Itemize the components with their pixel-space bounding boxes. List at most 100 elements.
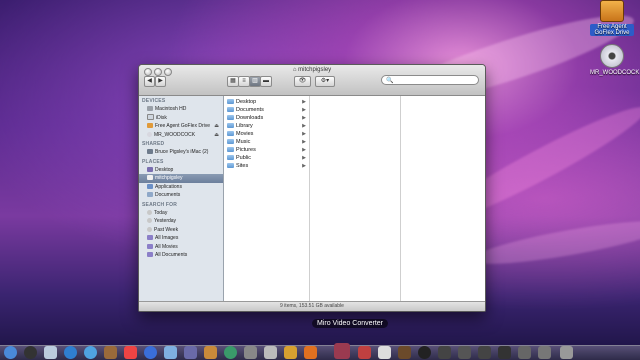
sidebar-item-goflex-drive[interactable]: Free Agent GoFlex Drive ⏏ xyxy=(139,122,223,131)
app-icon[interactable] xyxy=(264,346,277,359)
app-icon[interactable] xyxy=(358,346,371,359)
garageband-icon[interactable] xyxy=(204,346,217,359)
folder-icon xyxy=(227,147,234,152)
app-icon[interactable] xyxy=(478,346,491,359)
coverflow-view-button[interactable]: ▬ xyxy=(260,76,272,87)
sidebar-item-label: Desktop xyxy=(155,166,174,173)
sidebar-item-label: Free Agent GoFlex Drive xyxy=(155,123,211,129)
folder-icon xyxy=(227,123,234,128)
folder-item-pictures[interactable]: Pictures ▶ xyxy=(224,146,309,154)
hard-drive-icon xyxy=(147,106,153,111)
folder-label: Sites xyxy=(236,163,249,169)
wallpaper-streak xyxy=(469,212,640,273)
sidebar-item-label: Applications xyxy=(155,183,182,190)
app-icon[interactable] xyxy=(244,346,257,359)
folder-item-public[interactable]: Public ▶ xyxy=(224,154,309,162)
sidebar-header-places: PLACES xyxy=(142,158,164,165)
folder-item-documents[interactable]: Documents ▶ xyxy=(224,106,309,114)
dock xyxy=(0,343,640,360)
desktop-icon-goflex-drive[interactable]: Free Agent GoFlex Drive xyxy=(590,0,634,36)
app-icon[interactable] xyxy=(378,346,391,359)
title-bar[interactable]: ⌂ mitchpigsley ◀ ▶ ▦ ≡ ▥ ▬ 👁 ⚙▾ 🔍 xyxy=(139,65,485,96)
idisk-icon xyxy=(147,113,154,120)
sidebar-item-label: Past Week xyxy=(154,226,179,233)
trash-icon[interactable] xyxy=(560,346,573,359)
eject-icon[interactable]: ⏏ xyxy=(214,131,219,140)
chevron-right-icon: ▶ xyxy=(302,139,306,145)
sidebar-item-idisk[interactable]: iDisk xyxy=(139,113,223,123)
chevron-right-icon: ▶ xyxy=(302,123,306,129)
desktop-icon-mr-woodcock[interactable]: MR_WOODCOCK xyxy=(590,44,639,76)
sidebar-item-yesterday[interactable]: Yesterday xyxy=(139,217,223,226)
folder-label: Public xyxy=(236,155,251,161)
sidebar-item-label: Documents xyxy=(155,192,181,198)
search-icon: 🔍 xyxy=(386,78,394,84)
back-button[interactable]: ◀ xyxy=(144,76,155,87)
folder-item-music[interactable]: Music ▶ xyxy=(224,138,309,146)
window-title-text: mitchpigsley xyxy=(298,67,332,73)
finder-window: ⌂ mitchpigsley ◀ ▶ ▦ ≡ ▥ ▬ 👁 ⚙▾ 🔍 DEVICE… xyxy=(138,64,486,312)
address-book-icon[interactable] xyxy=(104,346,117,359)
mail-icon[interactable] xyxy=(44,346,57,359)
app-icon[interactable] xyxy=(418,346,431,359)
folder-item-downloads[interactable]: Downloads ▶ xyxy=(224,114,309,122)
app-icon[interactable] xyxy=(538,346,551,359)
sidebar-item-past-week[interactable]: Past Week xyxy=(139,226,223,235)
app-icon[interactable] xyxy=(458,346,471,359)
folder-item-movies[interactable]: Movies ▶ xyxy=(224,130,309,138)
action-menu-button[interactable]: ⚙▾ xyxy=(315,76,335,87)
safari-icon[interactable] xyxy=(64,346,77,359)
folder-item-desktop[interactable]: Desktop ▶ xyxy=(224,98,309,106)
app-icon[interactable] xyxy=(518,346,531,359)
app-icon[interactable] xyxy=(438,346,451,359)
app-icon[interactable] xyxy=(284,346,297,359)
sidebar-item-documents[interactable]: Documents xyxy=(139,191,223,200)
app-icon[interactable] xyxy=(498,346,511,359)
finder-icon[interactable] xyxy=(4,346,17,359)
external-drive-icon xyxy=(600,0,624,22)
folder-label: Movies xyxy=(236,131,254,137)
time-machine-icon[interactable] xyxy=(224,346,237,359)
sidebar-item-macintosh-hd[interactable]: Macintosh HD xyxy=(139,105,223,114)
ical-icon[interactable] xyxy=(124,346,137,359)
itunes-icon[interactable] xyxy=(144,346,157,359)
sidebar-item-mr-woodcock[interactable]: MR_WOODCOCK ⏏ xyxy=(139,131,223,140)
sidebar-header-search-for: SEARCH FOR xyxy=(142,201,178,208)
documents-icon xyxy=(147,192,153,197)
sidebar-item-all-movies[interactable]: All Movies xyxy=(139,243,223,252)
column-1[interactable]: Desktop ▶ Documents ▶ Downloads ▶ Library ▶ … xyxy=(224,96,310,302)
imovie-icon[interactable] xyxy=(184,346,197,359)
folder-label: Library xyxy=(236,123,253,129)
forward-button[interactable]: ▶ xyxy=(155,76,166,87)
folder-label: Music xyxy=(236,139,251,145)
sidebar-item-desktop[interactable]: Desktop xyxy=(139,166,223,175)
chevron-right-icon: ▶ xyxy=(302,155,306,161)
chevron-right-icon: ▶ xyxy=(302,131,306,137)
folder-label: Desktop xyxy=(236,99,257,105)
miro-video-converter-icon[interactable] xyxy=(334,343,350,359)
chevron-right-icon: ▶ xyxy=(302,107,306,113)
iphoto-icon[interactable] xyxy=(164,346,177,359)
desktop-icon xyxy=(147,166,153,172)
app-icon[interactable] xyxy=(304,346,317,359)
chevron-right-icon: ▶ xyxy=(302,163,306,169)
search-input[interactable]: 🔍 xyxy=(381,75,479,85)
folder-item-library[interactable]: Library ▶ xyxy=(224,122,309,130)
quick-look-button[interactable]: 👁 xyxy=(294,76,311,87)
column-3[interactable] xyxy=(401,96,485,302)
eject-icon[interactable]: ⏏ xyxy=(214,122,219,131)
folder-label: Pictures xyxy=(236,147,256,153)
folder-icon xyxy=(227,99,234,104)
sidebar-item-today[interactable]: Today xyxy=(139,209,223,218)
sidebar-item-applications[interactable]: Applications xyxy=(139,183,223,192)
folder-item-sites[interactable]: Sites ▶ xyxy=(224,162,309,170)
folder-icon xyxy=(227,139,234,144)
column-2[interactable] xyxy=(310,96,401,302)
sidebar-item-all-images[interactable]: All Images xyxy=(139,234,223,243)
app-icon[interactable] xyxy=(398,346,411,359)
sidebar-item-shared-imac[interactable]: Bruce Pigsley's iMac (2) xyxy=(139,148,223,157)
sidebar-item-mitchpigsley[interactable]: mitchpigsley xyxy=(139,174,223,183)
dashboard-icon[interactable] xyxy=(24,346,37,359)
sidebar-item-all-documents[interactable]: All Documents xyxy=(139,251,223,260)
ichat-icon[interactable] xyxy=(84,346,97,359)
